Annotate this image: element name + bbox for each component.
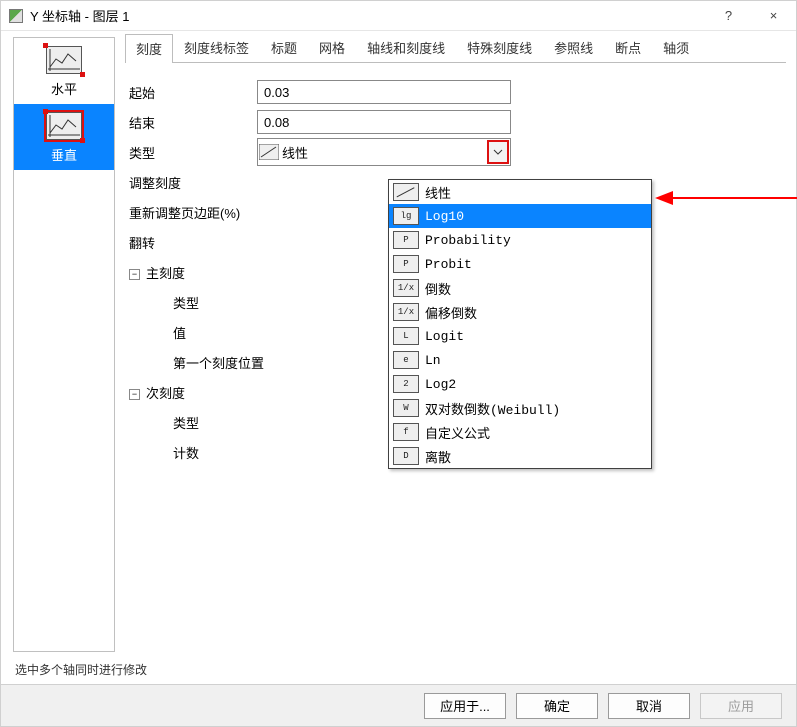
tab-tick-labels[interactable]: 刻度线标签 <box>173 33 260 62</box>
dropdown-option-ln[interactable]: e Ln <box>389 348 651 372</box>
offset-reciprocal-icon: 1/x <box>393 303 419 321</box>
dropdown-option-linear[interactable]: 线性 <box>389 180 651 204</box>
dropdown-arrow-button[interactable] <box>487 140 509 164</box>
linear-icon <box>258 144 280 160</box>
probability-icon: P <box>393 231 419 249</box>
tab-special-ticks[interactable]: 特殊刻度线 <box>456 33 543 62</box>
axis-item-vertical[interactable]: 垂直 <box>14 104 114 170</box>
window-title: Y 坐标轴 - 图层 1 <box>30 6 129 25</box>
minor-type-label: 类型 <box>129 413 257 432</box>
margin-label: 重新调整页边距(%) <box>129 203 240 222</box>
close-button[interactable]: × <box>751 1 796 31</box>
axis-thumb-icon <box>46 112 82 140</box>
type-combobox[interactable]: 线性 <box>257 138 511 166</box>
dropdown-option-log2[interactable]: 2 Log2 <box>389 372 651 396</box>
app-icon <box>9 9 23 23</box>
dropdown-option-probit[interactable]: P Probit <box>389 252 651 276</box>
ok-button[interactable]: 确定 <box>516 693 598 719</box>
axis-item-label: 垂直 <box>51 145 77 164</box>
type-dropdown-list[interactable]: 线性 lg Log10 P Probability P Probit <box>388 179 652 469</box>
dropdown-option-reciprocal[interactable]: 1/x 倒数 <box>389 276 651 300</box>
major-value-label: 值 <box>129 323 257 342</box>
end-input[interactable] <box>257 110 511 134</box>
apply-to-button[interactable]: 应用于... <box>424 693 506 719</box>
dropdown-option-discrete[interactable]: D 离散 <box>389 444 651 468</box>
axis-item-horizontal[interactable]: 水平 <box>14 38 114 104</box>
cancel-button[interactable]: 取消 <box>608 693 690 719</box>
ln-icon: e <box>393 351 419 369</box>
major-type-label: 类型 <box>129 293 257 312</box>
start-input[interactable] <box>257 80 511 104</box>
dialog-window: Y 坐标轴 - 图层 1 ? × 水平 垂直 <box>0 0 797 727</box>
axis-thumb-icon <box>46 46 82 74</box>
tab-axis-ticks[interactable]: 轴线和刻度线 <box>356 33 456 62</box>
probit-icon: P <box>393 255 419 273</box>
tab-grid[interactable]: 网格 <box>308 33 356 62</box>
logit-icon: L <box>393 327 419 345</box>
titlebar: Y 坐标轴 - 图层 1 ? × <box>1 1 796 31</box>
dropdown-option-custom[interactable]: f 自定义公式 <box>389 420 651 444</box>
linear-icon <box>393 183 419 201</box>
axis-item-label: 水平 <box>51 79 77 98</box>
log2-icon: 2 <box>393 375 419 393</box>
flip-label: 翻转 <box>129 233 257 252</box>
type-selected-text: 线性 <box>280 143 487 162</box>
dropdown-option-weibull[interactable]: W 双对数倒数(Weibull) <box>389 396 651 420</box>
reciprocal-icon: 1/x <box>393 279 419 297</box>
tab-scale[interactable]: 刻度 <box>125 34 173 63</box>
type-label: 类型 <box>129 143 257 162</box>
tab-title[interactable]: 标题 <box>260 33 308 62</box>
help-button[interactable]: ? <box>706 1 751 31</box>
discrete-icon: D <box>393 447 419 465</box>
tab-rug[interactable]: 轴须 <box>652 33 700 62</box>
custom-formula-icon: f <box>393 423 419 441</box>
collapse-icon[interactable]: − <box>129 389 140 400</box>
tab-reference-lines[interactable]: 参照线 <box>543 33 604 62</box>
footer-hint: 选中多个轴同时进行修改 <box>1 657 796 684</box>
form-area: 起始 结束 类型 线性 <box>125 63 786 467</box>
major-ticks-group[interactable]: −主刻度 <box>129 263 257 282</box>
minor-count-label: 计数 <box>129 443 257 462</box>
axis-list[interactable]: 水平 垂直 <box>13 37 115 652</box>
dropdown-option-offset-reciprocal[interactable]: 1/x 偏移倒数 <box>389 300 651 324</box>
end-label: 结束 <box>129 113 257 132</box>
dropdown-option-logit[interactable]: L Logit <box>389 324 651 348</box>
button-bar: 应用于... 确定 取消 应用 <box>1 684 796 726</box>
collapse-icon[interactable]: − <box>129 269 140 280</box>
dropdown-option-probability[interactable]: P Probability <box>389 228 651 252</box>
log10-icon: lg <box>393 207 419 225</box>
dropdown-option-log10[interactable]: lg Log10 <box>389 204 651 228</box>
weibull-icon: W <box>393 399 419 417</box>
first-tick-label: 第一个刻度位置 <box>129 353 264 372</box>
start-label: 起始 <box>129 83 257 102</box>
tab-bar: 刻度 刻度线标签 标题 网格 轴线和刻度线 特殊刻度线 参照线 断点 轴须 <box>125 37 786 63</box>
minor-ticks-group[interactable]: −次刻度 <box>129 383 257 402</box>
adjust-scale-label: 调整刻度 <box>129 173 257 192</box>
tab-breaks[interactable]: 断点 <box>604 33 652 62</box>
apply-button[interactable]: 应用 <box>700 693 782 719</box>
